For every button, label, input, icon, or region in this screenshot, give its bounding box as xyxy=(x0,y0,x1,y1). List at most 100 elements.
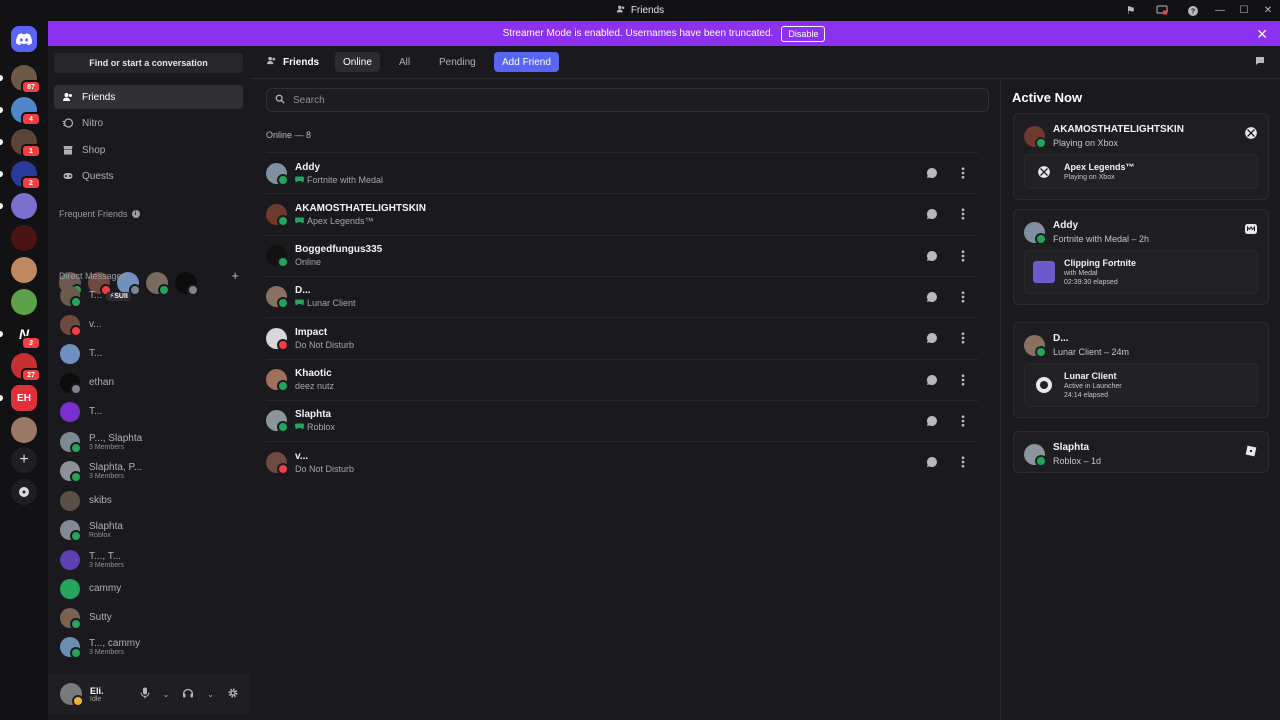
nav-quests[interactable]: Quests xyxy=(54,164,243,188)
dm-item[interactable]: T... xyxy=(54,340,243,367)
dm-item[interactable]: Sutty xyxy=(54,604,243,631)
xbox-icon xyxy=(1033,162,1055,181)
chevron-down-icon[interactable]: ⌄ xyxy=(163,690,170,699)
activity-detail: Playing on Xbox xyxy=(1064,174,1115,181)
more-options-icon[interactable] xyxy=(956,414,969,427)
message-icon[interactable] xyxy=(925,332,938,345)
more-options-icon[interactable] xyxy=(956,167,969,180)
avatar xyxy=(1024,222,1047,245)
friend-row[interactable]: Boggedfungus335 Online xyxy=(266,234,978,276)
close-icon[interactable]: ✕ xyxy=(1256,26,1268,43)
friend-row[interactable]: Slaphta Roblox xyxy=(266,399,978,441)
more-options-icon[interactable] xyxy=(956,373,969,386)
nav-shop[interactable]: Shop xyxy=(54,138,243,162)
inbox-flag-icon[interactable]: ⚑ xyxy=(1115,0,1146,21)
message-icon[interactable] xyxy=(925,290,938,303)
activity-details[interactable]: Lunar Client Active in Launcher 24:14 elap… xyxy=(1024,363,1258,407)
minimize-button[interactable]: — xyxy=(1208,0,1232,21)
avatar xyxy=(266,162,289,186)
friend-name: Slaphta xyxy=(295,409,332,421)
gamepad-icon xyxy=(295,175,304,185)
server-icon[interactable]: EH xyxy=(0,385,37,411)
active-now-card[interactable]: Slaphta Roblox – 1d xyxy=(1013,431,1269,473)
server-icon[interactable]: 87 xyxy=(0,65,41,94)
dm-name: ethan xyxy=(89,377,115,388)
new-group-dm-icon[interactable] xyxy=(1254,55,1266,70)
dm-item[interactable]: skibs xyxy=(54,487,243,514)
message-icon[interactable] xyxy=(925,373,938,386)
screen-share-icon[interactable] xyxy=(1146,0,1177,21)
add-server-icon[interactable]: + xyxy=(11,447,37,473)
server-icon[interactable] xyxy=(0,193,37,219)
friend-row[interactable]: Khaotic deez nutz xyxy=(266,358,978,400)
more-options-icon[interactable] xyxy=(956,290,969,303)
find-conversation-button[interactable]: Find or start a conversation xyxy=(54,53,243,73)
message-icon[interactable] xyxy=(925,414,938,427)
active-now-card[interactable]: AKAMOSTHATELIGHTSKIN Playing on Xbox Apex … xyxy=(1013,113,1269,200)
dm-name: P..., Slaphta xyxy=(89,432,143,444)
disable-streamer-mode-button[interactable]: Disable xyxy=(781,25,826,42)
friend-row[interactable]: Addy Fortnite with Medal xyxy=(266,152,978,193)
server-icon[interactable] xyxy=(11,289,37,315)
dm-item[interactable]: T... ⚡SUII xyxy=(54,282,243,309)
dm-item[interactable]: P..., Slaphta 3 Members xyxy=(54,428,243,455)
activity-details[interactable]: Clipping Fortnite with Medal 02:39:30 elap… xyxy=(1024,250,1258,294)
more-options-icon[interactable] xyxy=(956,208,969,221)
server-icon[interactable]: 4 xyxy=(0,97,41,126)
add-friend-button[interactable]: Add Friend xyxy=(494,52,559,72)
server-icon[interactable]: N3 xyxy=(0,321,41,350)
avatar xyxy=(60,490,80,511)
message-icon[interactable] xyxy=(925,456,938,469)
search-input[interactable]: Search xyxy=(266,88,989,112)
info-icon[interactable]: i xyxy=(131,210,140,218)
headphones-icon[interactable] xyxy=(182,687,194,702)
friend-row[interactable]: AKAMOSTHATELIGHTSKIN Apex Legends™ xyxy=(266,193,978,234)
settings-gear-icon[interactable] xyxy=(227,687,239,702)
activity-details[interactable]: Apex Legends™ Playing on Xbox xyxy=(1024,154,1258,189)
active-now-card[interactable]: Addy Fortnite with Medal – 2h Clipping For… xyxy=(1013,209,1269,305)
help-icon[interactable]: ? xyxy=(1177,0,1208,21)
more-options-icon[interactable] xyxy=(956,332,969,345)
message-icon[interactable] xyxy=(925,167,938,180)
create-dm-icon[interactable]: + xyxy=(231,268,239,283)
nav-nitro[interactable]: Nitro xyxy=(54,111,243,135)
message-icon[interactable] xyxy=(925,208,938,221)
server-icon[interactable] xyxy=(11,257,37,283)
discover-icon[interactable] xyxy=(11,479,37,505)
server-icon[interactable]: 1 xyxy=(0,129,41,158)
dm-item[interactable]: T..., T... 3 Members xyxy=(54,546,243,573)
friend-row[interactable]: Impact Do Not Disturb xyxy=(266,317,978,358)
close-window-button[interactable]: ✕ xyxy=(1256,0,1280,21)
dm-item[interactable]: T... xyxy=(54,398,243,425)
tab-all[interactable]: All xyxy=(391,52,418,72)
tab-online[interactable]: Online xyxy=(335,52,380,72)
microphone-icon[interactable] xyxy=(140,687,150,702)
dm-item[interactable]: Slaphta Roblox xyxy=(54,516,243,543)
friend-row[interactable]: v... Do Not Disturb xyxy=(266,441,978,482)
tab-pending[interactable]: Pending xyxy=(431,52,484,72)
server-icon[interactable] xyxy=(11,225,37,251)
dm-item[interactable]: T..., cammy 3 Members xyxy=(54,633,243,660)
chevron-down-icon[interactable]: ⌄ xyxy=(207,690,214,699)
avatar xyxy=(60,636,82,659)
dm-item[interactable]: ethan xyxy=(54,369,243,396)
more-options-icon[interactable] xyxy=(956,456,969,469)
nav-friends[interactable]: Friends xyxy=(54,85,243,109)
active-now-card[interactable]: D... Lunar Client – 24m Lunar Client Active… xyxy=(1013,322,1269,418)
shop-icon xyxy=(61,144,74,157)
message-icon[interactable] xyxy=(925,249,938,262)
dm-item[interactable]: cammy xyxy=(54,575,243,602)
dm-name: T... ⚡SUII xyxy=(89,290,131,301)
server-icon[interactable] xyxy=(11,417,37,443)
friend-row[interactable]: D... Lunar Client xyxy=(266,275,978,317)
avatar xyxy=(60,314,82,337)
more-options-icon[interactable] xyxy=(956,249,969,262)
avatar[interactable] xyxy=(60,683,84,707)
dm-item[interactable]: v... xyxy=(54,311,243,338)
server-icon[interactable]: 2 xyxy=(0,161,41,190)
user-panel: Eli. Idle ⌄ ⌄ xyxy=(48,674,249,714)
maximize-button[interactable]: ☐ xyxy=(1232,0,1256,21)
home-button[interactable] xyxy=(11,26,37,52)
server-icon[interactable]: 27 xyxy=(11,353,41,382)
dm-item[interactable]: Slaphta, P... 3 Members xyxy=(54,457,243,484)
